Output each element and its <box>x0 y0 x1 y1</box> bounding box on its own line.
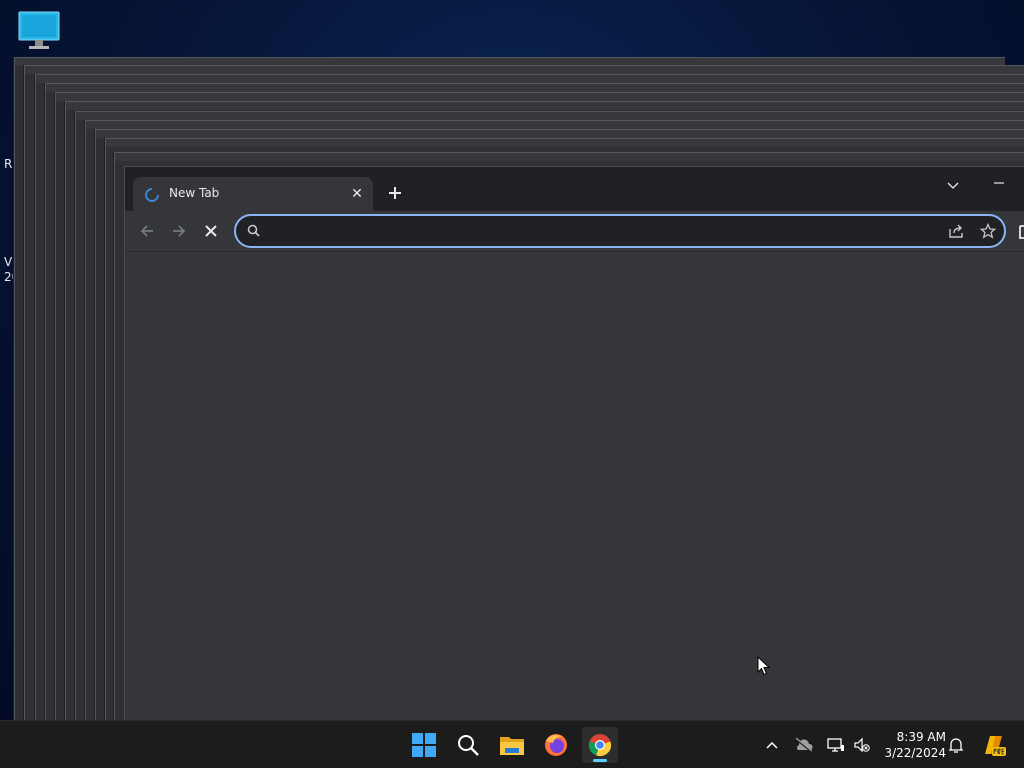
new-tab-button[interactable] <box>383 181 407 205</box>
tab-search-button[interactable] <box>943 175 963 195</box>
chevron-down-icon <box>947 182 959 189</box>
bookmark-star-icon[interactable] <box>979 222 997 239</box>
address-bar[interactable] <box>234 214 1006 248</box>
browser-toolbar <box>125 211 1024 252</box>
tab-title: New Tab <box>169 186 220 200</box>
side-panel-button[interactable] <box>1019 224 1024 239</box>
arrow-left-icon <box>140 225 153 237</box>
start-button[interactable] <box>406 727 442 763</box>
volume-muted-icon[interactable] <box>852 735 872 755</box>
start-icon <box>412 733 436 757</box>
clock-date: 3/22/2024 <box>884 746 946 760</box>
chevron-up-icon <box>766 741 778 749</box>
network-icon[interactable] <box>826 735 846 755</box>
tab-close-button[interactable]: ✕ <box>347 184 367 204</box>
minimize-icon <box>994 182 1004 184</box>
share-icon[interactable] <box>948 223 964 239</box>
firefox-icon <box>545 734 567 756</box>
minimize-button[interactable] <box>989 173 1009 193</box>
clock-time: 8:39 AM <box>896 730 946 744</box>
show-hidden-icons-button[interactable] <box>762 735 782 755</box>
forward-button[interactable] <box>168 220 190 242</box>
onedrive-offline-icon[interactable] <box>794 735 814 755</box>
file-explorer-icon <box>500 737 524 755</box>
side-panel-icon <box>1019 225 1024 239</box>
page-content-area[interactable] <box>125 252 1024 721</box>
file-explorer-button[interactable] <box>494 727 530 763</box>
active-app-indicator <box>593 759 607 762</box>
this-pc-icon[interactable] <box>16 10 62 52</box>
desktop-label-fragment: R <box>4 157 13 171</box>
plus-icon <box>389 187 401 199</box>
stop-loading-button[interactable] <box>200 220 222 242</box>
taskbar: 8:39 AM 3/22/2024 <box>0 720 1024 768</box>
system-clock[interactable]: 8:39 AM 3/22/2024 <box>880 729 946 761</box>
back-button[interactable] <box>136 220 158 242</box>
notification-bell-icon[interactable] <box>946 735 966 755</box>
close-icon <box>205 225 217 237</box>
chrome-icon <box>588 734 612 757</box>
search-icon <box>458 735 479 756</box>
copilot-pre-icon[interactable] <box>980 732 1006 758</box>
firefox-button[interactable] <box>538 727 574 763</box>
loading-spinner-icon <box>145 187 159 202</box>
browser-window: New Tab ✕ <box>124 166 1024 721</box>
tab-new-tab[interactable]: New Tab ✕ <box>133 177 373 211</box>
chrome-button[interactable] <box>582 727 618 763</box>
mouse-cursor-icon <box>757 655 771 676</box>
arrow-right-icon <box>173 225 186 237</box>
taskbar-search-button[interactable] <box>450 727 486 763</box>
address-input[interactable] <box>266 216 930 248</box>
search-icon <box>246 223 262 239</box>
browser-titlebar[interactable]: New Tab ✕ <box>125 167 1024 211</box>
